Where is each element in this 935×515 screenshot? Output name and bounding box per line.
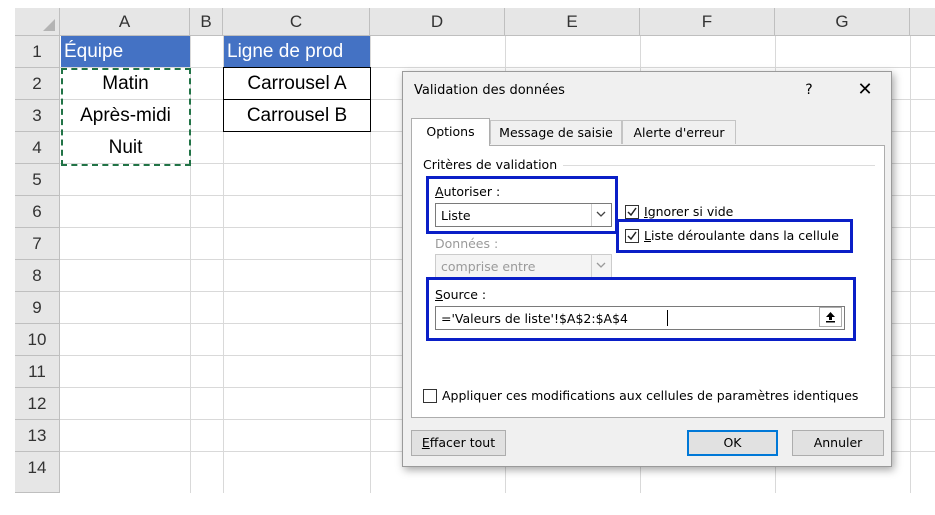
validation-criteria-label: Critères de validation [423, 157, 564, 172]
column-header-e[interactable]: E [505, 8, 640, 36]
chevron-down-icon[interactable] [591, 204, 611, 226]
checkbox-box[interactable] [625, 205, 639, 219]
data-validation-dialog: Validation des données ? ✕ Options Messa… [402, 71, 892, 467]
collapse-dialog-button[interactable] [819, 307, 842, 327]
cell-c2[interactable]: Carrousel A [223, 67, 371, 100]
ok-button[interactable]: OK [687, 430, 778, 456]
chevron-down-icon [591, 255, 611, 277]
data-label: Données : [435, 236, 499, 251]
row-header-10[interactable]: 10 [15, 324, 60, 356]
tab-options[interactable]: Options [411, 118, 490, 146]
close-button[interactable]: ✕ [850, 78, 880, 102]
row-header-8[interactable]: 8 [15, 260, 60, 292]
check-icon [627, 231, 637, 241]
gridline [910, 36, 911, 493]
row-header-2[interactable]: 2 [15, 68, 60, 100]
source-label: Source : [435, 287, 487, 302]
data-select: comprise entre [435, 254, 612, 278]
row-header-7[interactable]: 7 [15, 228, 60, 260]
row-header-4[interactable]: 4 [15, 132, 60, 164]
ignore-blank-label: Ignorer si vide [644, 204, 734, 219]
column-header-h[interactable] [910, 8, 935, 36]
row-header-13[interactable]: 13 [15, 420, 60, 452]
row-header-5[interactable]: 5 [15, 164, 60, 196]
column-header-d[interactable]: D [370, 8, 505, 36]
data-select-value: comprise entre [441, 259, 536, 274]
select-all-corner[interactable] [15, 8, 60, 36]
row-header-1[interactable]: 1 [15, 36, 60, 68]
column-header-a[interactable]: A [60, 8, 190, 36]
allow-label: Autoriser : [435, 184, 500, 199]
column-header-f[interactable]: F [640, 8, 775, 36]
source-value: ='Valeurs de liste'!$A$2:$A$4 [441, 311, 628, 326]
close-icon: ✕ [857, 79, 873, 100]
gridline [60, 67, 935, 68]
text-caret [667, 310, 668, 326]
checkbox-box[interactable] [423, 389, 437, 403]
arrow-up-icon [826, 312, 835, 323]
row-header-3[interactable]: 3 [15, 100, 60, 132]
cell-c3[interactable]: Carrousel B [223, 99, 371, 132]
column-header-g[interactable]: G [775, 8, 910, 36]
dialog-title: Validation des données [414, 83, 565, 98]
cancel-button[interactable]: Annuler [792, 430, 884, 456]
row-header-9[interactable]: 9 [15, 292, 60, 324]
row-header-14[interactable]: 14 [15, 452, 60, 493]
allow-label-text: Autoriser : [435, 184, 501, 199]
check-icon [627, 207, 637, 217]
copy-marquee [61, 68, 191, 166]
cell-a1[interactable]: Équipe [61, 36, 190, 67]
apply-all-label: Appliquer ces modifications aux cellules… [442, 388, 859, 403]
row-header-11[interactable]: 11 [15, 356, 60, 388]
row-header-6[interactable]: 6 [15, 196, 60, 228]
tab-error-alert[interactable]: Alerte d'erreur [622, 120, 736, 144]
checkbox-box[interactable] [625, 229, 639, 243]
column-header-c[interactable]: C [223, 8, 370, 36]
tab-input-message[interactable]: Message de saisie [490, 120, 622, 144]
cell-c1[interactable]: Ligne de prod [224, 36, 370, 67]
allow-select[interactable]: Liste [435, 203, 612, 227]
help-button[interactable]: ? [795, 78, 823, 102]
row-header-12[interactable]: 12 [15, 388, 60, 420]
column-header-b[interactable]: B [190, 8, 223, 36]
clear-all-button[interactable]: Effacer tout [411, 430, 506, 456]
in-cell-dropdown-label: Liste déroulante dans la cellule [644, 228, 839, 243]
allow-select-value: Liste [441, 208, 471, 223]
source-input[interactable]: ='Valeurs de liste'!$A$2:$A$4 [435, 306, 845, 330]
